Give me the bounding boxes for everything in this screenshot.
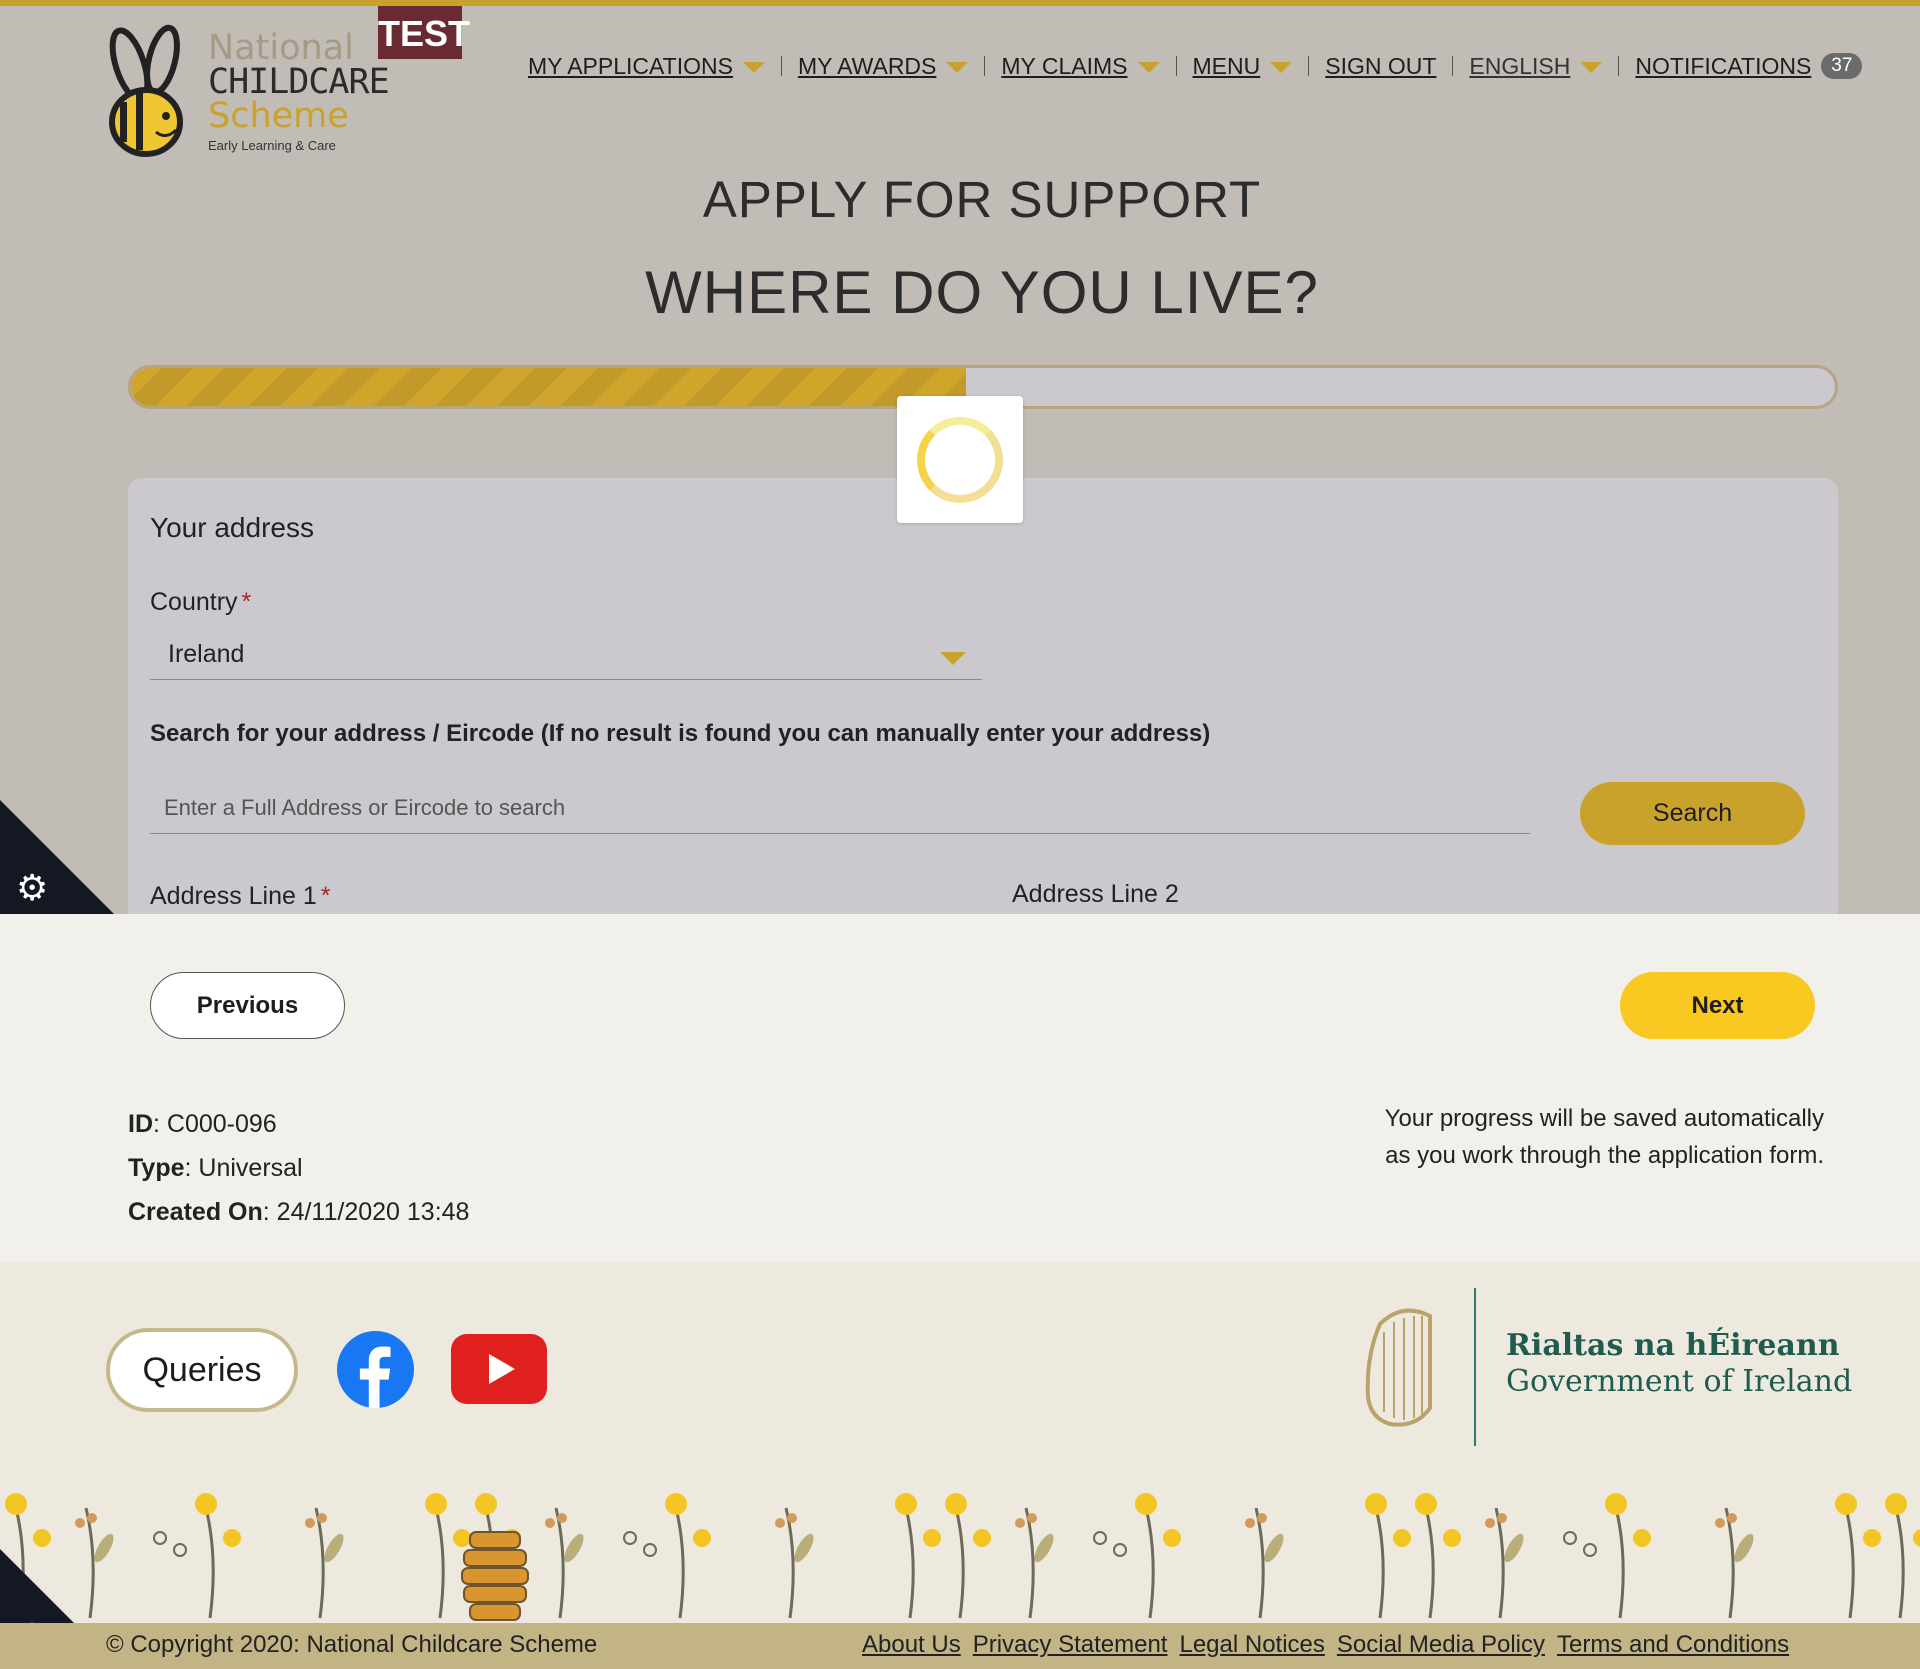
footer-links: About Us Privacy Statement Legal Notices… xyxy=(862,1631,1789,1659)
required-marker: * xyxy=(320,882,331,910)
country-selected-value: Ireland xyxy=(168,640,245,668)
address-search-input[interactable] xyxy=(150,782,1530,834)
footer-link-privacy-statement[interactable]: Privacy Statement xyxy=(973,1631,1168,1659)
address-line1-label-text: Address Line 1 xyxy=(150,882,317,910)
autosave-note: Your progress will be saved automaticall… xyxy=(1304,1100,1824,1174)
footer-link-legal-notices[interactable]: Legal Notices xyxy=(1179,1631,1324,1659)
government-of-ireland-logo[interactable]: Rialtas na hÉireann Government of Irelan… xyxy=(1360,1288,1852,1448)
top-navigation: MY APPLICATIONS MY AWARDS MY CLAIMS MENU… xyxy=(528,44,1863,88)
nav-menu[interactable]: MENU xyxy=(1193,53,1293,80)
nav-my-applications[interactable]: MY APPLICATIONS xyxy=(528,53,765,80)
chevron-down-icon xyxy=(940,652,966,665)
nav-my-awards[interactable]: MY AWARDS xyxy=(797,52,969,80)
notifications-count-badge: 37 xyxy=(1821,53,1863,79)
gov-name-english: Government of Ireland xyxy=(1506,1364,1853,1399)
application-type: Type: Universal xyxy=(128,1154,303,1182)
footer-link-about-us[interactable]: About Us xyxy=(862,1631,961,1659)
search-button[interactable]: Search xyxy=(1580,782,1805,845)
nav-my-awards-label: MY AWARDS xyxy=(797,52,937,79)
nav-divider xyxy=(1175,56,1177,76)
nav-divider xyxy=(984,56,986,76)
address-search-label: Search for your address / Eircode (If no… xyxy=(150,720,1211,747)
nav-my-claims[interactable]: MY CLAIMS xyxy=(1001,52,1160,80)
environment-badge: TEST xyxy=(378,6,470,59)
nav-sign-out-label: SIGN OUT xyxy=(1325,52,1437,79)
application-id-label: ID xyxy=(128,1110,153,1138)
country-label: Country * xyxy=(150,588,251,617)
required-marker: * xyxy=(241,588,252,616)
application-type-value: Universal xyxy=(198,1154,303,1182)
harp-icon xyxy=(1365,1308,1432,1427)
beehive-icon xyxy=(461,1531,529,1621)
nav-divider xyxy=(780,56,782,76)
nav-divider xyxy=(1618,56,1620,76)
logo-tagline: Early Learning & Care xyxy=(208,138,336,153)
application-type-label: Type xyxy=(128,1154,185,1182)
nav-divider xyxy=(1308,56,1310,76)
loading-spinner xyxy=(897,396,1023,523)
nav-divider xyxy=(1452,56,1454,76)
application-id-value: C000-096 xyxy=(166,1110,277,1138)
national-childcare-scheme-logo[interactable]: National CHILDCARE Scheme Early Learning… xyxy=(98,20,390,160)
application-meta: ID: C000-096 Type: Universal Created On:… xyxy=(128,1102,469,1234)
gov-name-irish: Rialtas na hÉireann xyxy=(1506,1328,1840,1363)
nav-language-select[interactable]: ENGLISH xyxy=(1469,52,1603,80)
nav-menu-label: MENU xyxy=(1192,52,1261,79)
address-form-card: Your address Country * Ireland Search for… xyxy=(128,478,1838,914)
application-created-value: 24/11/2020 13:48 xyxy=(276,1198,470,1226)
nav-my-applications-label: MY APPLICATIONS xyxy=(528,52,733,79)
chevron-down-icon xyxy=(1270,61,1293,73)
application-id: ID: C000-096 xyxy=(128,1110,277,1138)
progress-bar-fill xyxy=(131,368,966,406)
dimmed-page-region: National CHILDCARE Scheme Early Learning… xyxy=(0,0,1920,914)
page-title: APPLY FOR SUPPORT xyxy=(702,171,1262,228)
nav-notifications[interactable]: NOTIFICATIONS 37 xyxy=(1635,52,1863,80)
logo-text-scheme: Scheme xyxy=(208,96,349,136)
address-line1-label: Address Line 1 * xyxy=(150,882,331,911)
copyright-bar: © Copyright 2020: National Childcare Sch… xyxy=(0,1623,1920,1669)
chevron-down-icon xyxy=(1137,61,1160,73)
gov-logo-divider xyxy=(1474,1288,1476,1446)
nav-my-claims-label: MY CLAIMS xyxy=(1001,52,1128,79)
autosave-note-line1: Your progress will be saved automaticall… xyxy=(1384,1105,1824,1132)
previous-button[interactable]: Previous xyxy=(150,972,345,1039)
nav-sign-out[interactable]: SIGN OUT xyxy=(1325,53,1436,80)
facebook-icon[interactable] xyxy=(337,1331,414,1408)
form-navigation: Previous Next ID: C000-096 Type: Univers… xyxy=(0,914,1920,1262)
nav-language-label: ENGLISH xyxy=(1469,52,1571,79)
cookie-settings-button[interactable]: ⚙ xyxy=(0,800,120,914)
cookie-settings-gear-icon: ⚙ xyxy=(16,867,49,908)
chevron-down-icon xyxy=(1580,61,1603,73)
chevron-down-icon xyxy=(946,61,969,73)
nav-notifications-label: NOTIFICATIONS xyxy=(1635,52,1812,79)
address-line2-label: Address Line 2 xyxy=(1012,880,1179,908)
footer-link-terms-and-conditions[interactable]: Terms and Conditions xyxy=(1557,1631,1789,1659)
bee-logo-icon xyxy=(109,24,183,157)
page-footer: Queries Rialtas na hÉireann Government o… xyxy=(0,1262,1920,1669)
country-label-text: Country xyxy=(150,588,238,616)
youtube-icon[interactable] xyxy=(451,1334,547,1404)
next-button[interactable]: Next xyxy=(1620,972,1815,1039)
chevron-down-icon xyxy=(742,61,765,73)
page-heading: WHERE DO YOU LIVE? xyxy=(645,259,1319,326)
section-title: Your address xyxy=(150,512,314,543)
autosave-note-line2: as you work through the application form… xyxy=(1385,1142,1824,1169)
floral-border-decoration xyxy=(5,1493,1920,1621)
country-select[interactable]: Ireland xyxy=(150,630,982,680)
spinner-icon xyxy=(917,417,1003,503)
footer-link-social-media-policy[interactable]: Social Media Policy xyxy=(1337,1631,1545,1659)
application-created-on: Created On: 24/11/2020 13:48 xyxy=(128,1198,470,1226)
application-created-label: Created On xyxy=(128,1198,263,1226)
queries-button[interactable]: Queries xyxy=(106,1328,298,1412)
copyright-text: © Copyright 2020: National Childcare Sch… xyxy=(106,1631,598,1658)
